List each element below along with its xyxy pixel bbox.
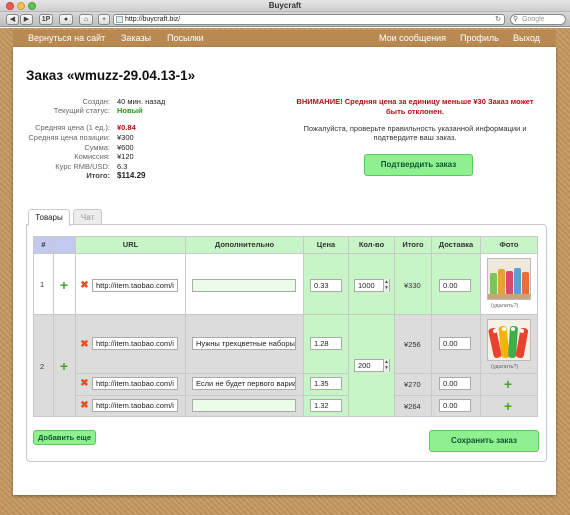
header-delivery: Доставка: [431, 236, 481, 254]
confirm-order-button[interactable]: Подтвердить заказ: [364, 154, 473, 176]
avg-price-label: Средняя цена (1 ед.):: [35, 123, 110, 132]
sum-label: Сумма:: [84, 143, 110, 152]
row1-delete-icon[interactable]: ✖: [80, 281, 89, 291]
back-button[interactable]: ◀: [6, 14, 19, 25]
page-title: Заказ «wmuzz-29.04.13-1»: [26, 68, 196, 83]
header-num: #: [33, 236, 54, 254]
status-label: Текущий статус:: [53, 106, 110, 115]
row2a-total: ¥256: [404, 340, 421, 349]
nav-back-to-site[interactable]: Вернуться на сайт: [28, 33, 105, 43]
header-total: Итого: [394, 236, 432, 254]
home-icon: ⌂: [83, 16, 89, 23]
save-order-button[interactable]: Сохранить заказ: [429, 430, 539, 452]
top-nav: Вернуться на сайт Заказы Посылки Мои соо…: [13, 30, 556, 47]
status-value: Новый: [117, 106, 143, 115]
header-photo: Фото: [480, 236, 538, 254]
reload-icon[interactable]: ↻: [495, 15, 501, 24]
plus-icon: +: [101, 16, 107, 23]
row1-extra-input[interactable]: [192, 279, 296, 292]
row2c-url-input[interactable]: http://item.taobao.com/i: [92, 399, 178, 412]
avg-price-value: ¥0.84: [117, 123, 136, 132]
row1-add-icon[interactable]: +: [59, 278, 69, 292]
header-qty: Кол-во: [348, 236, 395, 254]
row2c-delivery-input[interactable]: 0.00: [439, 399, 471, 412]
row2b-price-input[interactable]: 1.35: [310, 377, 342, 390]
row1-remove-photo-link[interactable]: (удалить?): [491, 303, 518, 309]
forward-arrow-icon: ▶: [23, 16, 30, 23]
row2-qty-stepper[interactable]: ▲ ▼: [383, 359, 389, 372]
row1-url-input[interactable]: http://item.taobao.com/i: [92, 279, 178, 292]
row2c-extra-input[interactable]: [192, 399, 296, 412]
forward-button[interactable]: ▶: [20, 14, 33, 25]
sum-value: ¥600: [117, 143, 134, 152]
row1-qty-stepper[interactable]: ▲ ▼: [383, 279, 389, 292]
row2a-delivery-input[interactable]: 0.00: [439, 337, 471, 350]
row1-product-photo: [487, 258, 531, 300]
row2a-extra-input[interactable]: Нужны трехцветные наборы: [192, 337, 296, 350]
row2c-delete-icon[interactable]: ✖: [80, 401, 89, 411]
downloads-button[interactable]: ●: [59, 14, 73, 25]
row1-price-input[interactable]: 0.33: [310, 279, 342, 292]
tab-goods[interactable]: Товары: [28, 209, 70, 226]
total-label: Итого:: [86, 171, 110, 180]
nav-parcels[interactable]: Посылки: [167, 33, 204, 43]
created-value: 40 мин. назад: [117, 97, 166, 106]
add-more-button[interactable]: Добавить еще: [33, 430, 96, 445]
row1-delivery-input[interactable]: 0.00: [439, 279, 471, 292]
row2c-add-photo-icon[interactable]: +: [503, 399, 513, 413]
nav-profile[interactable]: Профиль: [460, 33, 499, 43]
search-placeholder: Google: [522, 16, 545, 23]
browser-toolbar: ◀ ▶ 1P ● ⌂ + http://buycraft.biz/ ↻ ⚲ Go…: [0, 12, 570, 27]
row2-add-icon[interactable]: +: [59, 359, 69, 373]
price-warning: ВНИМАНИЕ! Средняя цена за единицу меньше…: [296, 97, 534, 116]
address-bar[interactable]: http://buycraft.biz/ ↻: [113, 14, 505, 25]
confirm-note: Пожалуйста, проверьте правильность указа…: [303, 124, 527, 142]
row2b-url-input[interactable]: http://item.taobao.com/i: [92, 377, 178, 390]
window-title: Buycraft: [268, 1, 302, 10]
search-field[interactable]: ⚲ Google: [510, 14, 566, 25]
row1-total: ¥330: [404, 281, 421, 290]
row2-product-photo: [487, 319, 531, 361]
created-label: Создан:: [82, 97, 110, 106]
row2a-url-input[interactable]: http://item.taobao.com/i: [92, 337, 178, 350]
commission-label: Комиссия:: [74, 152, 110, 161]
row2b-delivery-input[interactable]: 0.00: [439, 377, 471, 390]
site-icon: [116, 16, 123, 23]
row2a-price-input[interactable]: 1.28: [310, 337, 342, 350]
nav-orders[interactable]: Заказы: [121, 33, 151, 43]
header-action: [53, 236, 76, 254]
tab-chat[interactable]: Чат: [73, 209, 102, 225]
row2-num: 2: [40, 362, 45, 371]
commission-value: ¥120: [117, 152, 134, 161]
row2b-delete-icon[interactable]: ✖: [80, 379, 89, 389]
search-icon: ⚲: [513, 16, 519, 23]
header-extra: Дополнительно: [185, 236, 304, 254]
row2b-extra-input[interactable]: Если не будет первого вариа: [192, 377, 296, 390]
nav-logout[interactable]: Выход: [513, 33, 540, 43]
downloads-icon: ●: [63, 16, 69, 23]
row2a-delete-icon[interactable]: ✖: [80, 340, 89, 350]
rate-label: Курс RMB/USD:: [55, 162, 110, 171]
total-value: $114.29: [117, 171, 146, 180]
avg-position-label: Средняя цена позиции:: [28, 133, 110, 142]
bookmarks-icon: 1P: [41, 16, 51, 23]
avg-position-value: ¥300: [117, 133, 134, 142]
bookmarks-button[interactable]: 1P: [39, 14, 53, 25]
header-url: URL: [75, 236, 186, 254]
row2b-add-photo-icon[interactable]: +: [503, 377, 513, 391]
header-price: Цена: [303, 236, 349, 254]
nav-messages[interactable]: Мои сообщения: [379, 33, 446, 43]
window-titlebar: Buycraft: [0, 0, 570, 12]
row2b-total: ¥270: [404, 380, 421, 389]
new-tab-button[interactable]: +: [98, 14, 110, 25]
back-arrow-icon: ◀: [9, 16, 16, 23]
rate-value: 6.3: [117, 162, 128, 171]
row2c-total: ¥264: [404, 402, 421, 411]
row2c-price-input[interactable]: 1.32: [310, 399, 342, 412]
row2-remove-photo-link[interactable]: (удалить?): [491, 364, 518, 370]
address-text: http://buycraft.biz/: [125, 16, 181, 23]
home-button[interactable]: ⌂: [79, 14, 93, 25]
row1-num: 1: [40, 280, 45, 289]
